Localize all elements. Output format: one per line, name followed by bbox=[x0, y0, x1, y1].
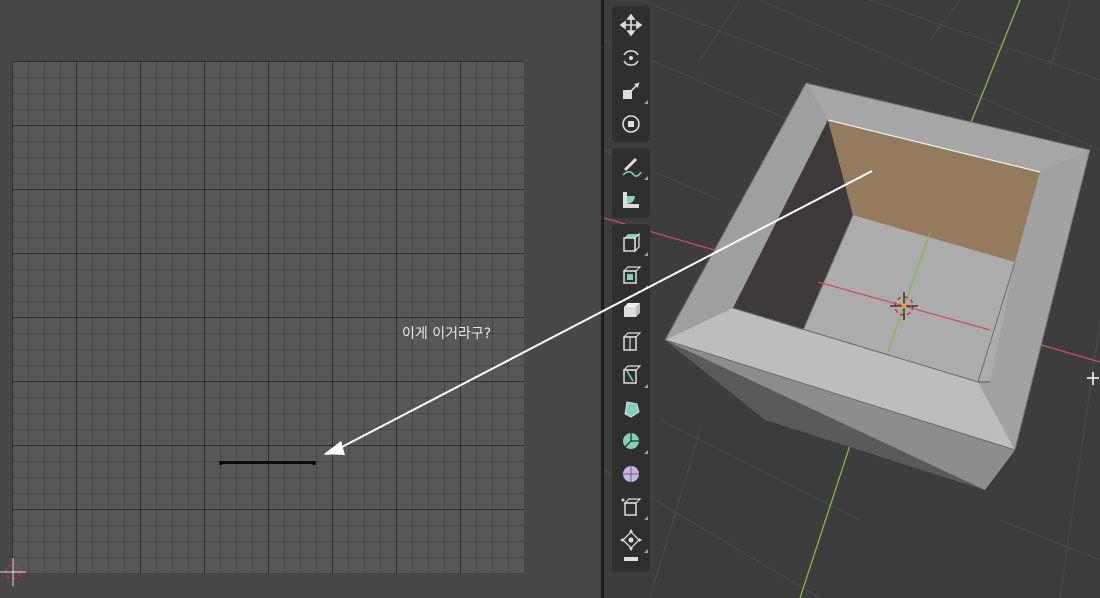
bevel-icon bbox=[622, 331, 642, 351]
knife-tool[interactable] bbox=[612, 391, 650, 424]
loop-cut-tool[interactable] bbox=[612, 358, 650, 391]
tool-group-transform bbox=[612, 6, 650, 142]
transform-tool[interactable] bbox=[612, 107, 650, 140]
scale-icon bbox=[623, 81, 640, 99]
spin-icon bbox=[623, 465, 639, 482]
knife-icon bbox=[624, 400, 640, 418]
add-cube-tool[interactable] bbox=[612, 226, 650, 259]
mesh-object[interactable] bbox=[664, 82, 1091, 490]
add-cube-icon bbox=[623, 232, 640, 252]
viewport-scene[interactable] bbox=[604, 0, 1100, 598]
edge-slide-icon bbox=[620, 528, 642, 551]
rotate-tool[interactable] bbox=[612, 41, 650, 74]
scale-tool[interactable] bbox=[612, 74, 650, 107]
smooth-tool[interactable] bbox=[612, 490, 650, 523]
uv-editor[interactable]: 이게 이거라구? bbox=[0, 0, 601, 598]
smooth-icon bbox=[621, 497, 642, 516]
uv-grid[interactable] bbox=[12, 61, 524, 573]
extrude-region-tool[interactable] bbox=[612, 259, 650, 292]
rotate-icon bbox=[623, 49, 639, 66]
mouse-crosshair-icon bbox=[1087, 372, 1099, 385]
extrude-icon bbox=[622, 265, 642, 284]
inset-icon bbox=[624, 302, 640, 317]
viewport-3d[interactable] bbox=[604, 0, 1100, 598]
poly-build-icon bbox=[623, 432, 639, 449]
transform-icon bbox=[622, 114, 640, 133]
measure-tool[interactable] bbox=[612, 183, 650, 216]
edge-slide-tool[interactable] bbox=[612, 523, 650, 556]
loop-cut-icon bbox=[622, 364, 642, 384]
shrink-fatten-tool[interactable] bbox=[612, 556, 650, 570]
measure-icon bbox=[623, 191, 639, 208]
uv-selected-edge[interactable] bbox=[221, 461, 315, 464]
bevel-tool[interactable] bbox=[612, 325, 650, 358]
move-tool[interactable] bbox=[612, 8, 650, 41]
y-axis-line-top bbox=[969, 0, 1021, 126]
uv-vertex-right[interactable] bbox=[312, 461, 316, 465]
uv-vertex-left[interactable] bbox=[219, 461, 223, 465]
poly-build-tool[interactable] bbox=[612, 424, 650, 457]
tool-group-annotate bbox=[612, 148, 650, 218]
inset-faces-tool[interactable] bbox=[612, 292, 650, 325]
spin-tool[interactable] bbox=[612, 457, 650, 490]
2d-cursor-icon[interactable] bbox=[0, 558, 28, 586]
tool-shelf bbox=[612, 0, 650, 598]
annotation-text: 이게 이거라구? bbox=[402, 326, 492, 342]
annotate-tool[interactable] bbox=[612, 150, 650, 183]
move-icon bbox=[619, 13, 643, 36]
tool-group-mesh bbox=[612, 224, 650, 572]
shrink-fatten-icon bbox=[624, 557, 638, 561]
annotate-icon bbox=[622, 157, 642, 177]
